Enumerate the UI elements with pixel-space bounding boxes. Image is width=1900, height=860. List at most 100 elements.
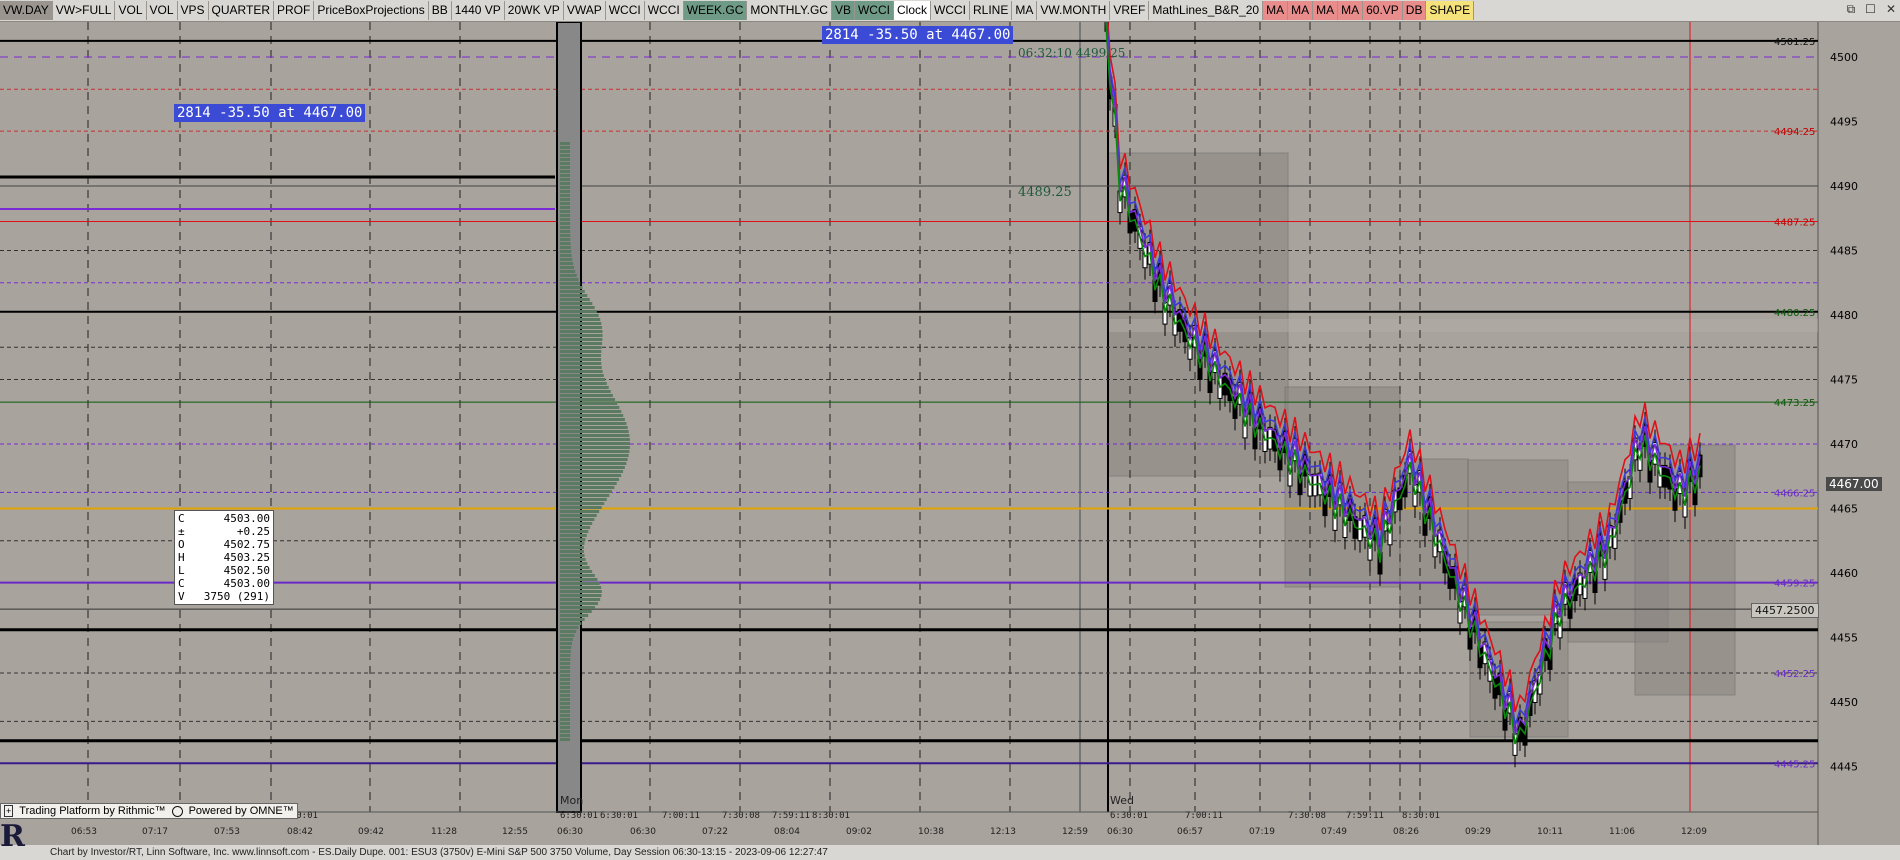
toolbar-button-25[interactable]: MA xyxy=(1263,1,1289,20)
profile-bar xyxy=(560,338,603,341)
profile-bar xyxy=(560,166,571,169)
toolbar-button-23[interactable]: VREF xyxy=(1110,1,1150,20)
profile-bar xyxy=(560,258,573,261)
time-axis-label: 09:42 xyxy=(358,827,384,837)
omne-credit: Powered by OMNE™ xyxy=(188,805,294,817)
profile-bar xyxy=(560,382,607,385)
time-axis-label: 06:53 xyxy=(71,827,97,837)
ohlc-row: V 3750 (291) xyxy=(178,590,270,603)
price-chart[interactable]: 4500 4495 4490 4485 4480 4475 4470 4465 4460 4455… xyxy=(0,0,1900,845)
toolbar-button-17[interactable]: WCCI xyxy=(854,1,894,20)
toolbar-button-20[interactable]: RLINE xyxy=(970,1,1013,20)
current-price-tag: 4467.00 xyxy=(1826,477,1882,491)
profile-bar xyxy=(560,738,571,741)
time-axis-label: 12:09 xyxy=(1681,827,1707,837)
time-axis-label: 06:57 xyxy=(1177,827,1203,837)
toolbar-button-28[interactable]: MA xyxy=(1338,1,1364,20)
toolbar-button-15[interactable]: MONTHLY.GC xyxy=(747,1,832,20)
session-tag: 7:59:11 xyxy=(772,811,810,821)
close-icon[interactable]: ✕ xyxy=(1886,2,1896,17)
toolbar-button-6[interactable]: PROF xyxy=(273,1,315,20)
toolbar-button-18[interactable]: Clock xyxy=(893,1,931,20)
profile-bar xyxy=(560,266,574,269)
profile-bar xyxy=(560,434,630,437)
profile-bar xyxy=(560,370,603,373)
toolbar-button-27[interactable]: MA xyxy=(1313,1,1339,20)
toolbar-button-4[interactable]: VPS xyxy=(177,1,209,20)
profile-bar xyxy=(560,546,584,549)
profile-bar xyxy=(560,446,630,449)
profile-bar xyxy=(560,586,602,589)
level-4489-label: 4489.25 xyxy=(1018,185,1072,200)
toolbar-button-19[interactable]: WCCI xyxy=(931,1,970,20)
profile-bar xyxy=(560,530,589,533)
session-tag: 7:00:11 xyxy=(1185,811,1223,821)
profile-bar xyxy=(560,718,571,721)
toolbar-button-26[interactable]: MA xyxy=(1288,1,1314,20)
profile-bar xyxy=(560,498,607,501)
toolbar-button-16[interactable]: VB xyxy=(831,1,855,20)
profile-bar xyxy=(560,158,571,161)
maximize-icon[interactable]: ☐ xyxy=(1865,2,1876,17)
profile-bar xyxy=(560,366,602,369)
toolbar-button-9[interactable]: 1440 VP xyxy=(451,1,505,20)
toolbar-button-24[interactable]: MathLines_B&R_20 xyxy=(1149,1,1264,20)
profile-bar xyxy=(560,394,613,397)
profile-bar xyxy=(560,638,574,641)
toolbar-button-7[interactable]: PriceBoxProjections xyxy=(314,1,429,20)
level-price-label: 4466.25 xyxy=(1774,488,1815,499)
ohlc-key: C xyxy=(178,577,185,590)
profile-bar xyxy=(560,658,571,661)
toolbar-button-8[interactable]: BB xyxy=(428,1,452,20)
toolbar-button-21[interactable]: MA xyxy=(1012,1,1038,20)
toolbar-button-29[interactable]: 60.VP xyxy=(1363,1,1403,20)
ohlc-row: L 4502.50 xyxy=(178,564,270,577)
profile-bar xyxy=(560,230,571,233)
toolbar-button-12[interactable]: WCCI xyxy=(605,1,645,20)
toolbar-button-31[interactable]: SHAPE xyxy=(1426,1,1475,20)
toolbar-button-5[interactable]: QUARTER xyxy=(208,1,274,20)
profile-bar xyxy=(560,642,572,645)
toolbar-button-22[interactable]: VW.MONTH xyxy=(1037,1,1111,20)
profile-bar xyxy=(560,186,571,189)
toolbar-button-0[interactable]: VW.DAY xyxy=(0,1,53,20)
time-axis-label: 11:28 xyxy=(431,827,457,837)
restore-icon[interactable]: ⧉ xyxy=(1847,2,1856,17)
session-tag: 8:30:01 xyxy=(812,811,850,821)
toolbar-button-3[interactable]: VOL xyxy=(146,1,178,20)
profile-bar xyxy=(560,318,601,321)
ohlc-value: 4503.00 xyxy=(223,512,270,525)
profile-bar xyxy=(560,682,571,685)
toolbar-button-1[interactable]: VW>FULL xyxy=(52,1,116,20)
profile-bar xyxy=(560,398,616,401)
chart-canvas[interactable]: 4500 4495 4490 4485 4480 4475 4470 4465 4460 4455… xyxy=(0,0,1900,845)
toolbar-button-30[interactable]: DB xyxy=(1402,1,1427,20)
toolbar-button-14[interactable]: WEEK.GC xyxy=(683,1,748,20)
profile-bar xyxy=(560,242,571,245)
ohlc-value: 4503.25 xyxy=(223,551,270,564)
ohlc-key: H xyxy=(178,551,185,564)
profile-bar xyxy=(560,562,588,565)
toolbar-button-2[interactable]: VOL xyxy=(115,1,147,20)
ohlc-value: 4502.75 xyxy=(223,538,270,551)
profile-bar xyxy=(560,310,597,313)
toolbar-button-10[interactable]: 20WK VP xyxy=(504,1,564,20)
profile-bar xyxy=(560,214,571,217)
profile-bar xyxy=(560,474,622,477)
profile-bar xyxy=(560,346,602,349)
time-axis-label: 11:06 xyxy=(1609,827,1635,837)
toolbar-button-13[interactable]: WCCI xyxy=(644,1,684,20)
profile-bar xyxy=(560,422,627,425)
toolbar-button-11[interactable]: VWAP xyxy=(563,1,606,20)
expand-icon[interactable]: + xyxy=(4,805,14,817)
profile-bar xyxy=(560,490,612,493)
session-tag: 7:59:11 xyxy=(1346,811,1384,821)
profile-bar xyxy=(560,654,571,657)
profile-bar xyxy=(560,630,577,633)
time-axis-label: 07:53 xyxy=(214,827,240,837)
ohlc-value: +0.25 xyxy=(236,525,270,538)
time-axis-label: 10:11 xyxy=(1537,827,1563,837)
profile-bar xyxy=(560,402,618,405)
profile-bar xyxy=(560,170,571,173)
session-tag: 6:30:01 xyxy=(1110,811,1148,821)
